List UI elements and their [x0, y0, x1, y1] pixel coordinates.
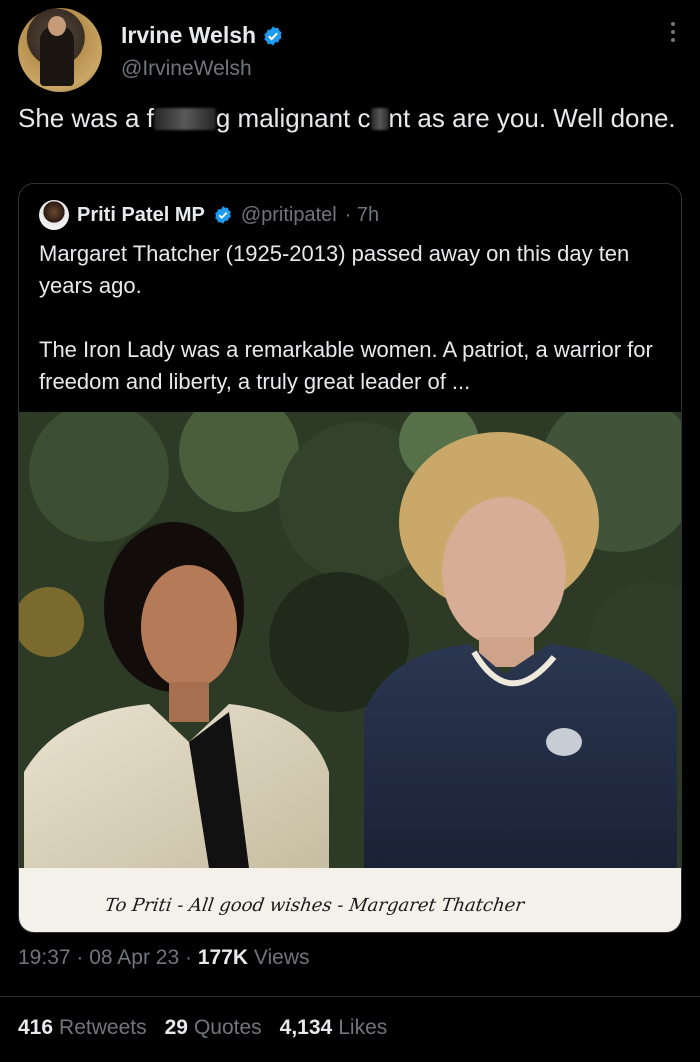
- views-count: 177K: [197, 946, 249, 969]
- retweets-label: Retweets: [59, 1016, 147, 1039]
- quoted-author-handle[interactable]: @pritipatel: [241, 204, 337, 227]
- tweet-meta: 19:37 · 08 Apr 23 · 177K Views: [18, 946, 310, 969]
- quoted-tweet-photo[interactable]: To Priti - All good wishes - Margaret Th…: [19, 412, 681, 932]
- censored-word-blur: [370, 108, 389, 130]
- verified-badge-icon: [264, 25, 282, 46]
- views-label: Views: [253, 946, 310, 969]
- quoted-paragraph-2: The Iron Lady was a remarkable women. A …: [39, 337, 653, 394]
- likes-label: Likes: [338, 1016, 388, 1039]
- quoted-author-name[interactable]: Priti Patel MP: [77, 204, 205, 227]
- author-handle[interactable]: @IrvineWelsh: [121, 57, 252, 81]
- retweets-stat[interactable]: 416 Retweets: [18, 1016, 147, 1040]
- tweet-text-part3: nt as are you. Well done.: [388, 103, 676, 133]
- quoted-tweet-card[interactable]: Priti Patel MP @pritipatel · 7h Margaret…: [18, 183, 682, 933]
- divider: [0, 996, 700, 997]
- quoted-paragraph-1: Margaret Thatcher (1925-2013) passed awa…: [39, 241, 630, 298]
- quoted-tweet-text: Margaret Thatcher (1925-2013) passed awa…: [39, 238, 669, 430]
- quotes-count: 29: [164, 1016, 188, 1039]
- tweet-date[interactable]: 08 Apr 23: [89, 946, 179, 969]
- tweet-header: Irvine Welsh @IrvineWelsh: [18, 8, 682, 92]
- tweet-stats: 416 Retweets 29 Quotes 4,134 Likes: [18, 1016, 387, 1040]
- retweets-count: 416: [18, 1016, 54, 1039]
- quoted-author-avatar[interactable]: [39, 200, 69, 230]
- censored-word-blur: [153, 108, 216, 130]
- photo-illustration: [19, 412, 681, 868]
- verified-badge-icon: [214, 206, 231, 224]
- quotes-label: Quotes: [193, 1016, 262, 1039]
- quoted-tweet-header: Priti Patel MP @pritipatel · 7h: [39, 200, 379, 230]
- likes-count: 4,134: [279, 1016, 333, 1039]
- likes-stat[interactable]: 4,134 Likes: [280, 1016, 388, 1040]
- quoted-tweet-time: · 7h: [344, 203, 380, 226]
- quotes-stat[interactable]: 29 Quotes: [165, 1016, 262, 1040]
- tweet-text-part2: g malignant c: [215, 103, 371, 133]
- tweet-text: She was a f g malignant c nt as are you. W…: [18, 100, 682, 136]
- author-name[interactable]: Irvine Welsh: [121, 22, 256, 49]
- tweet-text-part1: She was a f: [18, 103, 154, 133]
- photo-inscription: To Priti - All good wishes - Margaret Th…: [103, 895, 526, 916]
- more-options-icon[interactable]: [670, 22, 676, 46]
- author-name-row: Irvine Welsh: [121, 22, 284, 49]
- tweet-time[interactable]: 19:37: [18, 946, 71, 969]
- author-avatar[interactable]: [18, 8, 102, 92]
